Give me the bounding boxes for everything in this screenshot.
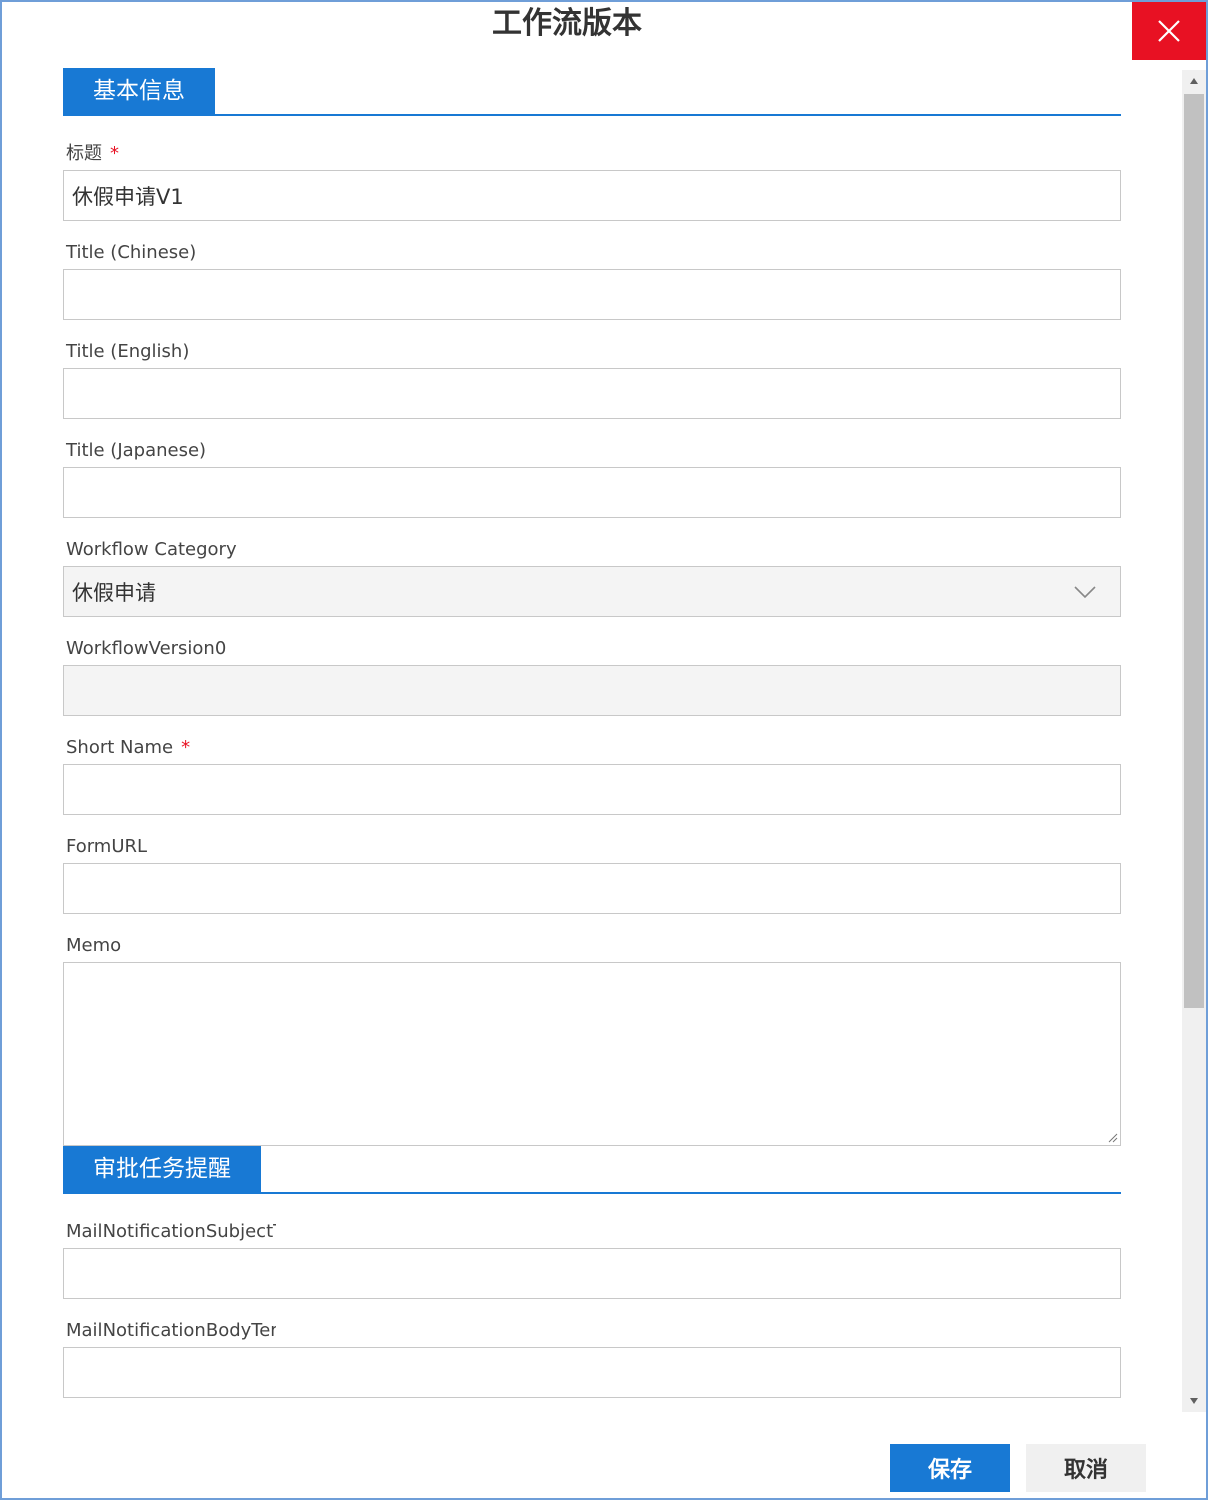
title-input[interactable]: 休假申请V1 <box>63 170 1121 221</box>
form-url-input[interactable] <box>63 863 1121 914</box>
field-memo: Memo <box>63 930 1121 1146</box>
close-icon <box>1158 20 1180 42</box>
memo-textarea[interactable] <box>63 962 1121 1146</box>
form-scroll-area[interactable]: 基本信息 标题 * 休假申请V1 Title (Chinese) Title (E… <box>2 62 1180 1412</box>
workflow-category-select[interactable]: 休假申请 <box>63 566 1121 617</box>
field-workflow-category: Workflow Category 休假申请 <box>63 534 1121 617</box>
field-short-name: Short Name * <box>63 732 1121 815</box>
short-name-input[interactable] <box>63 764 1121 815</box>
dialog-title: 工作流版本 <box>492 6 642 41</box>
field-mail-body: MailNotificationBodyTem <box>63 1315 1121 1398</box>
field-form-url: FormURL <box>63 831 1121 914</box>
field-title-japanese: Title (Japanese) <box>63 435 1121 518</box>
scrollbar-thumb[interactable] <box>1184 94 1204 1008</box>
title-label: 标题 * <box>66 143 119 164</box>
field-title: 标题 * 休假申请V1 <box>63 138 1121 221</box>
workflow-version-label: WorkflowVersion0 <box>66 638 227 659</box>
save-button[interactable]: 保存 <box>890 1444 1010 1492</box>
workflow-category-label: Workflow Category <box>66 539 237 560</box>
field-title-chinese: Title (Chinese) <box>63 237 1121 320</box>
workflow-category-value: 休假申请 <box>72 580 156 605</box>
mail-body-input[interactable] <box>63 1347 1121 1398</box>
workflow-version-dialog: 工作流版本 基本信息 标题 * 休假申请V1 Title (Chinese) Ti… <box>0 0 1208 1500</box>
section-basic-info: 基本信息 <box>63 68 1121 116</box>
title-chinese-input[interactable] <box>63 269 1121 320</box>
field-title-english: Title (English) <box>63 336 1121 419</box>
required-marker: * <box>181 737 191 758</box>
scroll-up-button[interactable] <box>1182 70 1206 92</box>
title-chinese-label: Title (Chinese) <box>66 242 197 263</box>
required-marker: * <box>110 143 119 164</box>
tab-basic-info[interactable]: 基本信息 <box>63 68 215 114</box>
resize-grip-icon[interactable] <box>1106 1131 1118 1143</box>
title-japanese-label: Title (Japanese) <box>66 440 207 461</box>
workflow-version-input[interactable] <box>63 665 1121 716</box>
section-approval-reminder: 审批任务提醒 <box>63 1146 1121 1194</box>
tab-approval-reminder[interactable]: 审批任务提醒 <box>63 1146 261 1192</box>
triangle-down-icon <box>1190 1398 1198 1404</box>
cancel-button[interactable]: 取消 <box>1026 1444 1146 1492</box>
chevron-down-icon <box>1074 585 1096 598</box>
triangle-up-icon <box>1190 78 1198 84</box>
short-name-label: Short Name * <box>66 737 191 758</box>
mail-subject-label: MailNotificationSubjectTe <box>66 1221 276 1242</box>
memo-label: Memo <box>66 935 122 956</box>
field-mail-subject: MailNotificationSubjectTe <box>63 1216 1121 1299</box>
mail-subject-input[interactable] <box>63 1248 1121 1299</box>
scroll-down-button[interactable] <box>1182 1390 1206 1412</box>
close-button[interactable] <box>1132 2 1206 60</box>
mail-body-label: MailNotificationBodyTem <box>66 1320 276 1341</box>
vertical-scrollbar[interactable] <box>1182 70 1206 1412</box>
field-workflow-version: WorkflowVersion0 <box>63 633 1121 716</box>
title-english-input[interactable] <box>63 368 1121 419</box>
form-url-label: FormURL <box>66 836 148 857</box>
title-japanese-input[interactable] <box>63 467 1121 518</box>
title-english-label: Title (English) <box>66 341 190 362</box>
